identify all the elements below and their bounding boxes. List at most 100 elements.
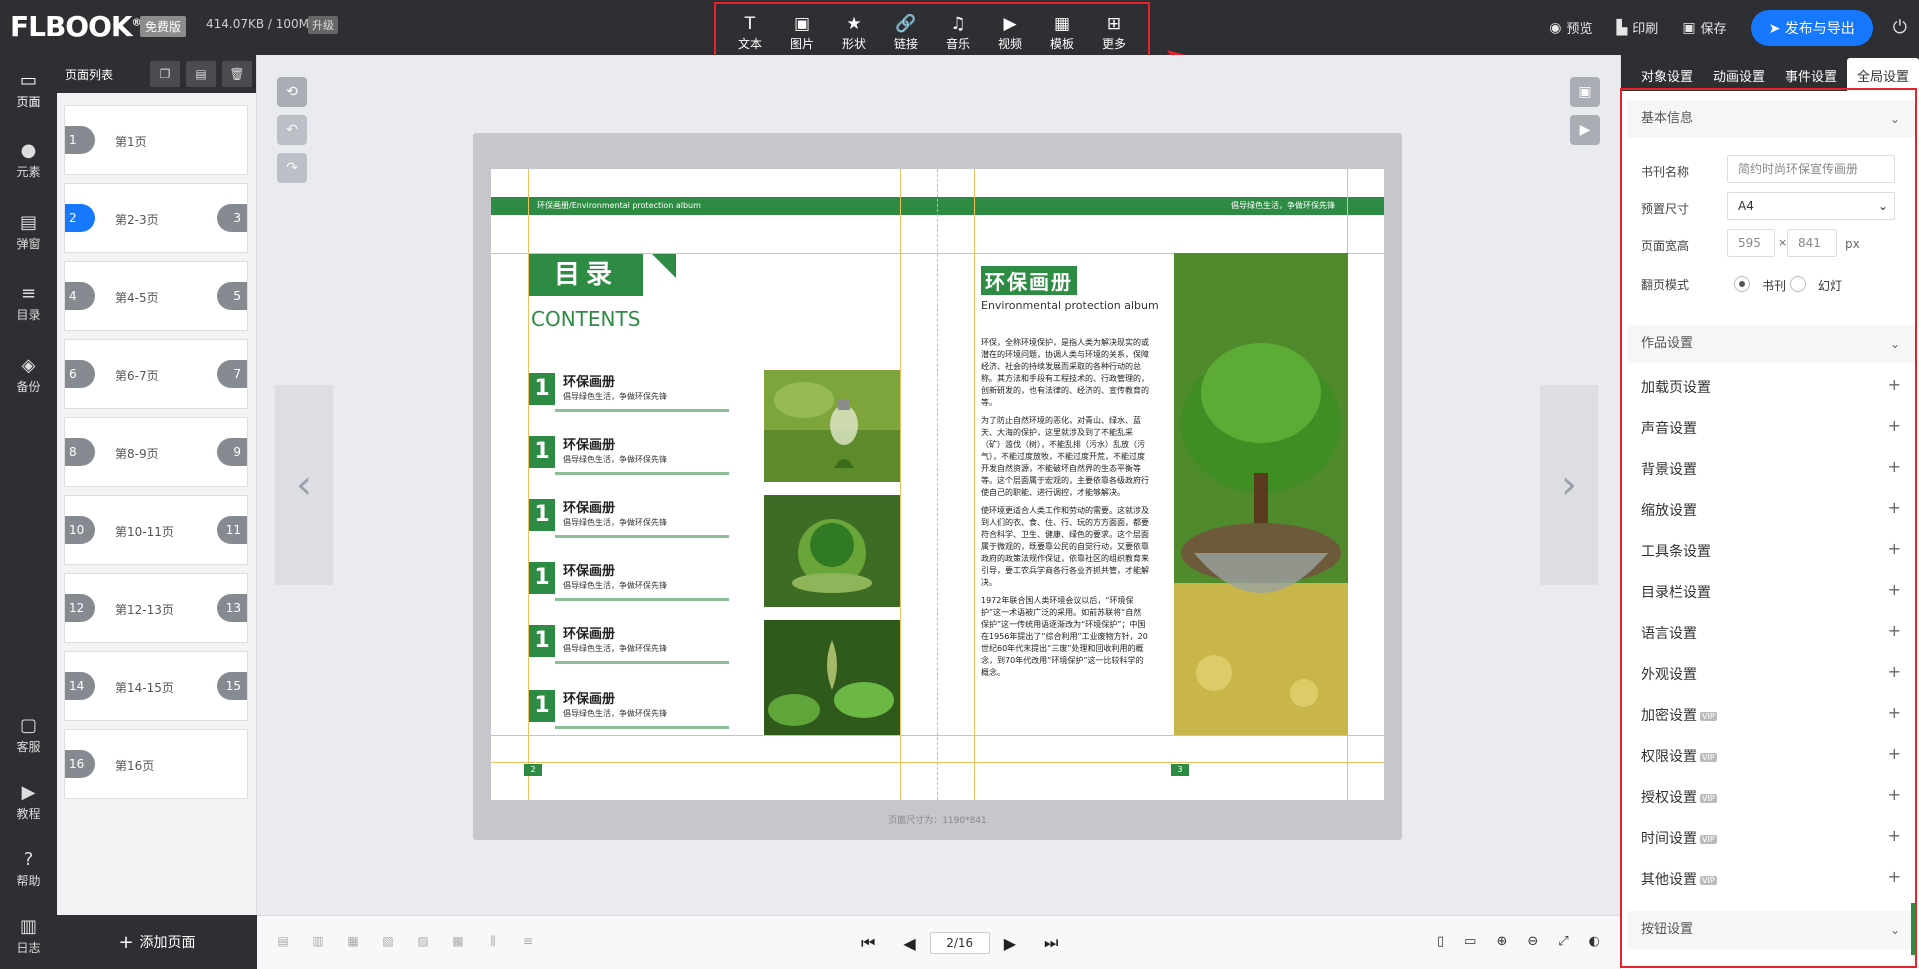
- page-card[interactable]: 14 第14-15页 15: [64, 651, 248, 721]
- plant-photo[interactable]: [764, 620, 900, 735]
- toc-item[interactable]: 1 环保画册 倡导绿色生活，争做环保先锋: [529, 623, 729, 664]
- album-title[interactable]: 环保画册: [981, 266, 1077, 295]
- last-page-icon[interactable]: ⏭: [1044, 933, 1058, 953]
- trash-icon[interactable]: 🗑: [222, 61, 252, 87]
- align-left-icon[interactable]: ▤: [275, 934, 291, 950]
- tool-image[interactable]: ▣ 图片: [777, 13, 827, 52]
- zoom-out-icon[interactable]: ⊖: [1527, 934, 1538, 949]
- tab-global[interactable]: 全局设置: [1847, 58, 1919, 91]
- power-icon[interactable]: ⏻: [1893, 17, 1907, 38]
- popup-icon: ▤: [19, 212, 37, 233]
- send-icon: ➤: [1768, 20, 1785, 37]
- redo-icon[interactable]: ↷: [277, 153, 307, 183]
- next-page-icon[interactable]: ▶: [1004, 934, 1016, 953]
- add-page-button[interactable]: + 添加页面: [57, 915, 257, 969]
- band-right-text: 倡导绿色生活，争做环保先锋: [1231, 201, 1335, 210]
- rail-tutorial[interactable]: ▶ 教程: [0, 782, 57, 822]
- print-icon: ▙: [1616, 19, 1628, 36]
- prev-page-arrow[interactable]: ‹: [275, 385, 333, 585]
- tree-photo[interactable]: [1174, 253, 1348, 735]
- theme-icon[interactable]: ◐: [1589, 934, 1600, 949]
- bulb-photo[interactable]: [764, 370, 900, 482]
- page-card[interactable]: 8 第8-9页 9: [64, 417, 248, 487]
- rail-pages[interactable]: ▭ 页面: [0, 70, 57, 110]
- save-icon: ▣: [1682, 19, 1696, 36]
- align-bottom-icon[interactable]: ▩: [450, 934, 466, 950]
- rail-backup[interactable]: ◈ 备份: [0, 355, 57, 395]
- page-card[interactable]: 16 第16页: [64, 729, 248, 799]
- tool-template[interactable]: ▦ 模板: [1037, 13, 1087, 52]
- align-middle-icon[interactable]: ▨: [415, 934, 431, 950]
- copy-icon[interactable]: ❐: [150, 61, 180, 87]
- scrollbar[interactable]: [1911, 903, 1916, 955]
- toc-item[interactable]: 1 环保画册 倡导绿色生活，争做环保先锋: [529, 371, 729, 412]
- upgrade-button[interactable]: 升级: [308, 16, 338, 34]
- align-top-icon[interactable]: ▧: [380, 934, 396, 950]
- page-number-left: 2: [524, 764, 542, 776]
- page-add-icon[interactable]: ▣: [1570, 77, 1600, 107]
- next-page-arrow[interactable]: ›: [1540, 385, 1598, 585]
- page-card[interactable]: 1 第1页: [64, 105, 248, 175]
- zoom-in-icon[interactable]: ⊕: [1496, 934, 1507, 949]
- rail-log[interactable]: ▥ 日志: [0, 916, 57, 956]
- rail-popup[interactable]: ▤ 弹窗: [0, 212, 57, 252]
- print-button[interactable]: ▙ 印刷: [1616, 18, 1659, 38]
- spine-line: [937, 169, 938, 800]
- rail-service[interactable]: ▢ 客服: [0, 715, 57, 755]
- tool-video[interactable]: ▶ 视频: [985, 13, 1035, 52]
- align-tools: ▤ ▥ ▦ ▧ ▨ ▩ ⫼ ≡: [275, 934, 555, 950]
- tool-music[interactable]: ♫ 音乐: [933, 13, 983, 52]
- toc-heading[interactable]: 目录: [529, 254, 643, 296]
- tool-more[interactable]: ⊞ 更多: [1089, 13, 1139, 52]
- first-page-icon[interactable]: ⏮: [861, 933, 875, 953]
- tool-link[interactable]: 🔗 链接: [881, 13, 931, 52]
- annotation-highlight-panel: [1620, 88, 1917, 968]
- align-right-icon[interactable]: ▦: [345, 934, 361, 950]
- toc-item[interactable]: 1 环保画册 倡导绿色生活，争做环保先锋: [529, 497, 729, 538]
- help-icon: ?: [23, 849, 34, 870]
- book-spread[interactable]: 环保画册/Environmental protection album 倡导绿色…: [491, 169, 1384, 800]
- preview-button[interactable]: ◉ 预览: [1549, 18, 1592, 38]
- page-icon: ▭: [19, 70, 37, 91]
- log-icon: ▥: [19, 916, 37, 937]
- page-list-header: 页面列表 ❐ ▤ 🗑: [57, 55, 256, 93]
- album-body[interactable]: 环保，全称环境保护，是指人类为解决现实的或潜在的环境问题，协调人类与环境的关系，…: [981, 337, 1149, 685]
- rail-help[interactable]: ? 帮助: [0, 849, 57, 889]
- rail-toc[interactable]: ≡ 目录: [0, 283, 57, 323]
- page-card[interactable]: 6 第6-7页 7: [64, 339, 248, 409]
- page-card[interactable]: 10 第10-11页 11: [64, 495, 248, 565]
- album-subtitle[interactable]: Environmental protection album: [981, 299, 1159, 312]
- tool-shape[interactable]: ★ 形状: [829, 13, 879, 52]
- globe-tree-photo[interactable]: [764, 495, 900, 607]
- undo-icon[interactable]: ↶: [277, 115, 307, 145]
- distribute-h-icon[interactable]: ⫼: [485, 934, 501, 950]
- prev-page-icon[interactable]: ◀: [903, 934, 915, 953]
- align-center-icon[interactable]: ▥: [310, 934, 326, 950]
- rail-elements[interactable]: ● 元素: [0, 140, 57, 180]
- tool-text[interactable]: T 文本: [725, 13, 775, 52]
- toc-item[interactable]: 1 环保画册 倡导绿色生活，争做环保先锋: [529, 560, 729, 601]
- history-icon[interactable]: ⟲: [277, 77, 307, 107]
- page-card-active[interactable]: 2 第2-3页 3: [64, 183, 248, 253]
- logo[interactable]: FLBOOK®: [10, 10, 142, 43]
- list-icon: ≡: [20, 283, 37, 304]
- bottom-bar: ▤ ▥ ▦ ▧ ▨ ▩ ⫼ ≡ ⏮ ◀ 2/16 ▶ ⏭ ▯ ▭ ⊕ ⊖ ⤢ ◐: [257, 915, 1620, 969]
- play-preview-icon[interactable]: ▶: [1570, 115, 1600, 145]
- publish-button[interactable]: ➤ 发布与导出: [1750, 9, 1873, 46]
- toc-item[interactable]: 1 环保画册 倡导绿色生活，争做环保先锋: [529, 434, 729, 475]
- template-icon: ▦: [1053, 14, 1071, 34]
- page-card[interactable]: 12 第12-13页 13: [64, 573, 248, 643]
- single-page-icon[interactable]: ▯: [1437, 934, 1444, 949]
- duplicate-icon[interactable]: ▤: [186, 61, 216, 87]
- page-list-panel: 页面列表 ❐ ▤ 🗑 1 第1页 2 第2-3页 3 4 第4-5页 5 6 第6-7页 7 …: [57, 55, 257, 969]
- contents-heading[interactable]: CONTENTS: [531, 307, 640, 331]
- page-input[interactable]: 2/16: [929, 932, 990, 954]
- distribute-v-icon[interactable]: ≡: [520, 934, 536, 950]
- fit-icon[interactable]: ⤢: [1558, 934, 1568, 949]
- toc-item[interactable]: 1 环保画册 倡导绿色生活，争做环保先锋: [529, 688, 729, 729]
- save-button[interactable]: ▣ 保存: [1682, 18, 1726, 38]
- play-circle-icon: ▶: [1003, 14, 1017, 34]
- page-card[interactable]: 4 第4-5页 5: [64, 261, 248, 331]
- plus-icon: +: [118, 931, 134, 953]
- double-page-icon[interactable]: ▭: [1464, 934, 1476, 949]
